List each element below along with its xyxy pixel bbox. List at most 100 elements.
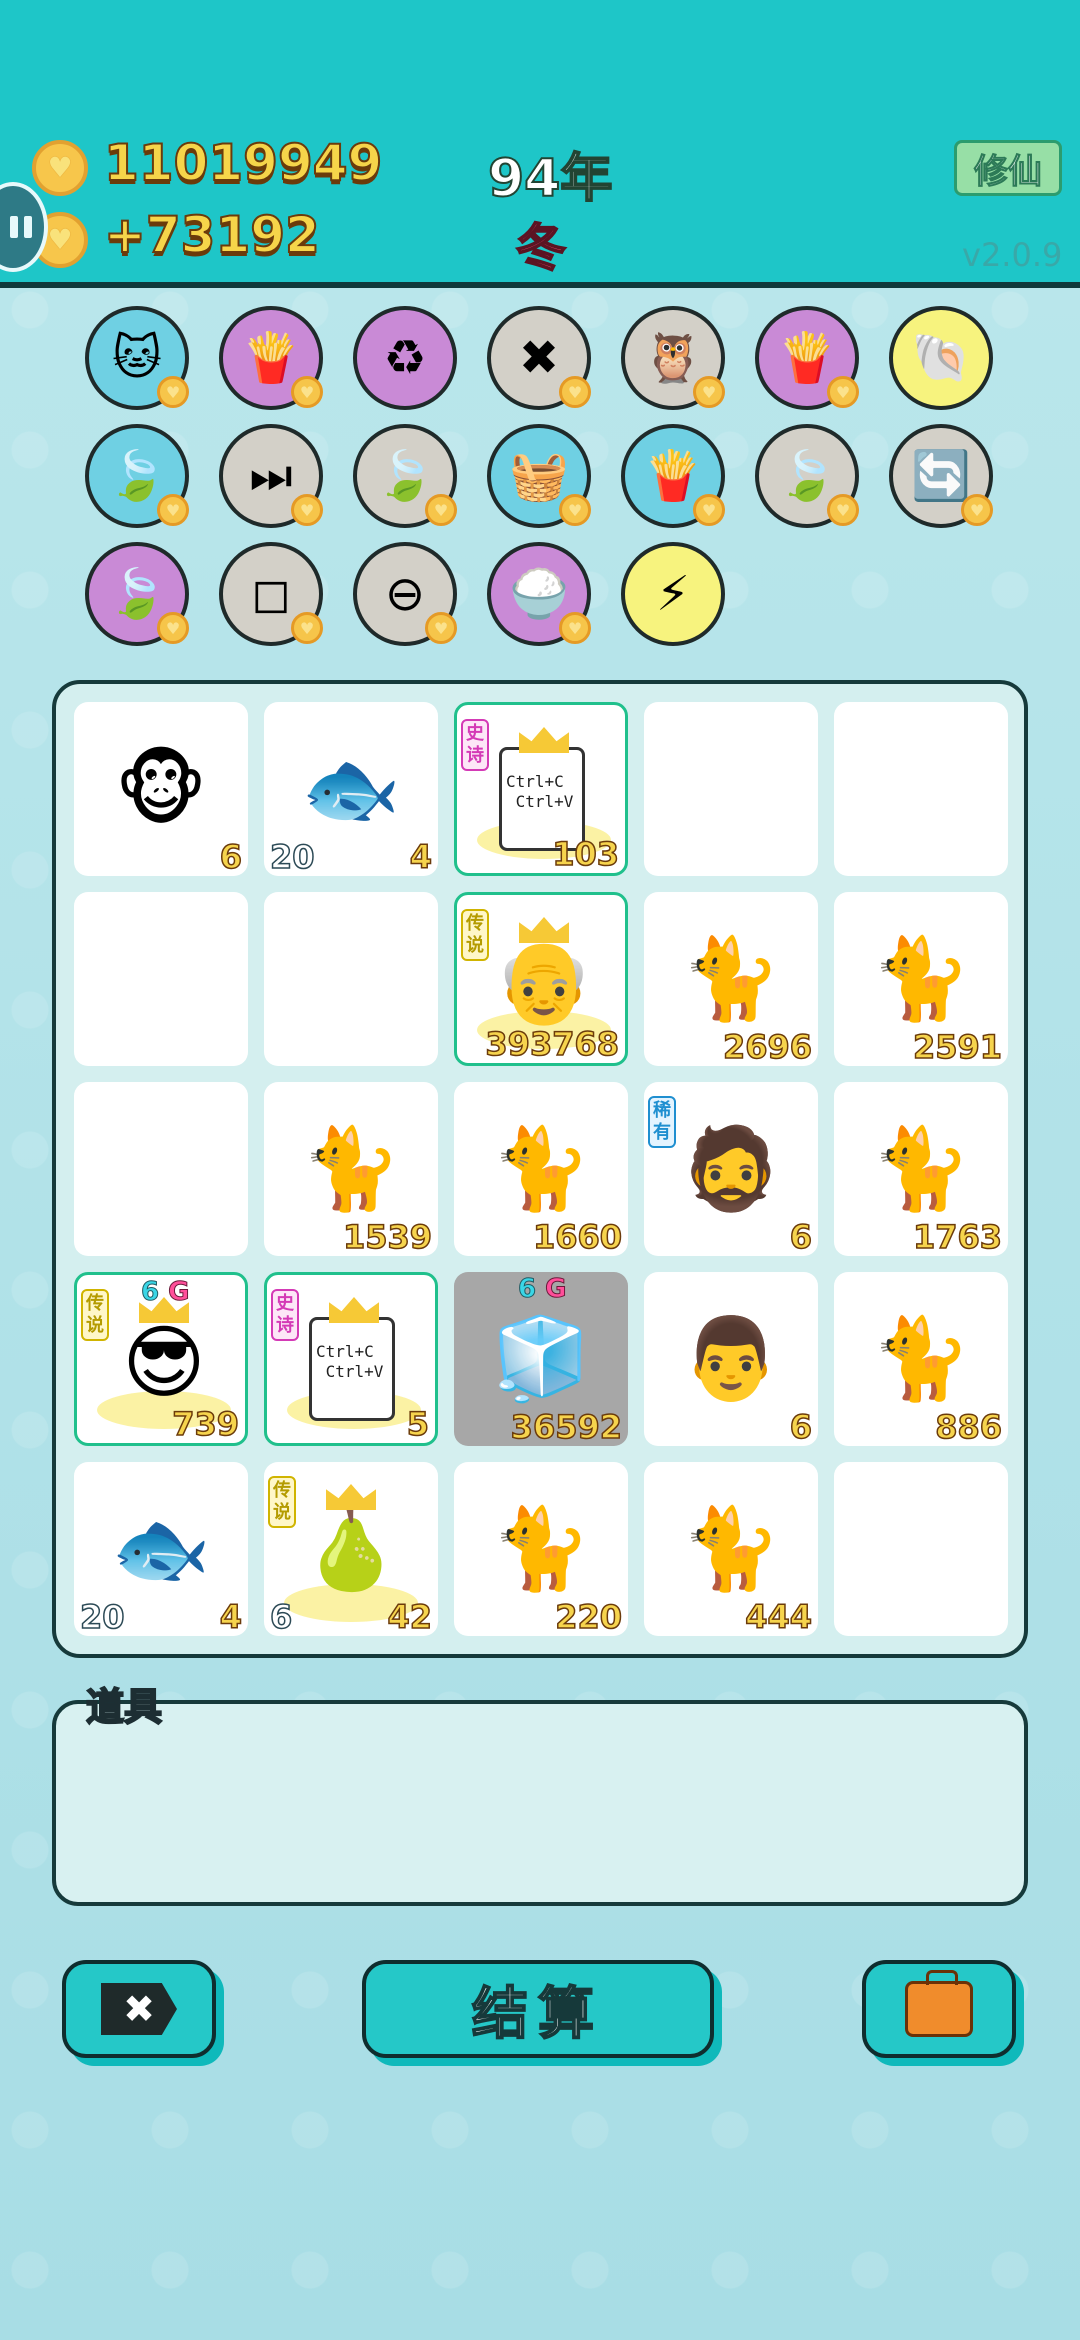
sugar-cubes-icon[interactable]: ◻ ♥ — [219, 542, 323, 646]
rarity-tag: 史诗 — [271, 1289, 299, 1341]
board-cell[interactable]: 🐈 220 — [454, 1462, 628, 1637]
fries-icon[interactable]: 🍟 ♥ — [219, 306, 323, 410]
board-cell[interactable]: 👴 传说 393768 — [454, 892, 628, 1066]
board-cell[interactable]: 🐟 20 4 — [264, 702, 438, 877]
fries-icon[interactable]: 🍟 ♥ — [621, 424, 725, 528]
owl-pair-icon[interactable]: 🦉 ♥ — [621, 306, 725, 410]
heart-badge-icon: ♥ — [693, 494, 725, 526]
rarity-tag: 稀有 — [648, 1096, 676, 1148]
empty-cell[interactable] — [834, 702, 1008, 876]
board-cell[interactable]: 🐈 1660 — [454, 1082, 628, 1257]
cell-value: 36592 — [510, 1407, 623, 1447]
heart-badge-icon: ♥ — [157, 376, 189, 408]
coin-icon: ♥ — [32, 140, 88, 196]
heart-badge-icon: ♥ — [291, 494, 323, 526]
board-cell[interactable]: 🐈 1763 — [834, 1082, 1008, 1257]
cell-value: 103 — [551, 834, 619, 874]
rice-bowl-icon[interactable]: 🍚 ♥ — [487, 542, 591, 646]
cell-value: 4 — [219, 1597, 243, 1637]
leaf-icon[interactable]: 🍃 ♥ — [353, 424, 457, 528]
heart-badge-icon: ♥ — [291, 376, 323, 408]
coin-total: 11019949 — [103, 133, 383, 193]
cell-value: 2696 — [722, 1027, 813, 1067]
cell-value: 886 — [934, 1407, 1002, 1447]
leaf-icon[interactable]: 🍃 ♥ — [755, 424, 859, 528]
board-cell[interactable]: Ctrl+C Ctrl+V 史诗 5 — [264, 1272, 438, 1446]
empty-cell[interactable] — [264, 892, 438, 1066]
coin-income: +73192 — [103, 205, 321, 265]
cat-sunglasses-icon[interactable]: 🐱 ♥ — [85, 306, 189, 410]
cell-value: 1763 — [912, 1217, 1003, 1257]
cell-value: 6 — [789, 1217, 813, 1257]
board-cell[interactable]: 🐟 20 4 — [74, 1462, 248, 1637]
heart-badge-icon: ♥ — [961, 494, 993, 526]
cell-value: 1539 — [342, 1217, 433, 1257]
props-panel — [52, 1700, 1028, 1906]
leaf-icon[interactable]: 🍃 ♥ — [85, 542, 189, 646]
skip-icon[interactable]: ⏭ ♥ — [219, 424, 323, 528]
board-cell[interactable]: 🧔 稀有 6 — [644, 1082, 818, 1257]
rarity-tag: 史诗 — [461, 719, 489, 771]
board-cell[interactable]: 🐵 6 — [74, 702, 248, 877]
empty-cell[interactable] — [644, 702, 818, 876]
briefcase-icon — [905, 1970, 973, 2037]
heart-badge-icon: ♥ — [559, 376, 591, 408]
cell-value: 6 — [789, 1407, 813, 1447]
game-board: 🐵 6 🐟 20 4 Ctrl+C Ctrl+V 史诗 103 👴 传说 393768 🐈 2696 🐈 2… — [52, 680, 1028, 1658]
sixg-badge: 6 G — [518, 1274, 568, 1305]
refresh-icon[interactable]: 🔄 ♥ — [889, 424, 993, 528]
sixg-badge: 6 G — [141, 1277, 191, 1308]
delete-tag-icon: ✖ — [101, 1983, 177, 2035]
board-cell[interactable]: 🍐 传说 6 42 — [264, 1462, 438, 1637]
board-cell[interactable]: 😎 传说 6 G 739 — [74, 1272, 248, 1446]
cell-value: 5 — [406, 1404, 430, 1444]
version-label: v2.0.9 — [962, 236, 1063, 274]
cell-value: 2591 — [912, 1027, 1003, 1067]
cell-value: 739 — [171, 1404, 239, 1444]
board-cell[interactable]: 🧊 6 G 36592 — [454, 1272, 628, 1447]
cell-count: 6 — [269, 1597, 293, 1637]
recycle-icon[interactable]: ♻ — [353, 306, 457, 410]
crown-icon — [329, 1297, 379, 1323]
settle-button[interactable]: 结算 — [362, 1960, 714, 2058]
heart-badge-icon: ♥ — [157, 612, 189, 644]
season-label: 冬 — [515, 218, 567, 278]
minus-circle-icon[interactable]: ⊖ ♥ — [353, 542, 457, 646]
delete-tag-icon[interactable]: ✖ ♥ — [487, 306, 591, 410]
shell-icon[interactable]: 🐚 — [889, 306, 993, 410]
board-cell[interactable]: Ctrl+C Ctrl+V 史诗 103 — [454, 702, 628, 876]
board-cell[interactable]: 🐈 1539 — [264, 1082, 438, 1257]
delete-button[interactable]: ✖ — [62, 1960, 216, 2058]
lightning-icon[interactable]: ⚡ — [621, 542, 725, 646]
cultivate-button[interactable]: 修仙 — [954, 140, 1062, 196]
fries-icon[interactable]: 🍟 ♥ — [755, 306, 859, 410]
props-label: 道具 — [85, 1684, 163, 1730]
crown-icon — [519, 727, 569, 753]
cell-value: 393768 — [485, 1024, 620, 1064]
cell-value: 42 — [387, 1597, 433, 1637]
board-cell[interactable]: 🐈 444 — [644, 1462, 818, 1637]
bag-button[interactable] — [862, 1960, 1016, 2058]
empty-cell[interactable] — [74, 892, 248, 1066]
ctrl-cv-card-icon: Ctrl+C Ctrl+V — [309, 1317, 395, 1421]
heart-badge-icon: ♥ — [425, 612, 457, 644]
leaf-icon[interactable]: 🍃 ♥ — [85, 424, 189, 528]
cell-count: 20 — [269, 837, 315, 877]
board-cell[interactable]: 🐈 886 — [834, 1272, 1008, 1447]
cell-value: 6 — [219, 837, 243, 877]
rarity-tag: 传说 — [81, 1289, 109, 1341]
empty-cell[interactable] — [834, 1462, 1008, 1636]
cell-value: 1660 — [532, 1217, 623, 1257]
board-cell[interactable]: 👨 6 — [644, 1272, 818, 1447]
heart-badge-icon: ♥ — [693, 376, 725, 408]
cell-value: 220 — [554, 1597, 622, 1637]
empty-cell[interactable] — [74, 1082, 248, 1256]
board-cell[interactable]: 🐈 2591 — [834, 892, 1008, 1067]
heart-badge-icon: ♥ — [559, 494, 591, 526]
top-bar: ♥ 11019949 ♥ +73192 94年 冬 修仙 v2.0.9 — [0, 0, 1080, 288]
cell-value: 4 — [409, 837, 433, 877]
fruit-basket-icon[interactable]: 🧺 ♥ — [487, 424, 591, 528]
cell-value: 444 — [744, 1597, 812, 1637]
board-cell[interactable]: 🐈 2696 — [644, 892, 818, 1067]
heart-badge-icon: ♥ — [827, 376, 859, 408]
